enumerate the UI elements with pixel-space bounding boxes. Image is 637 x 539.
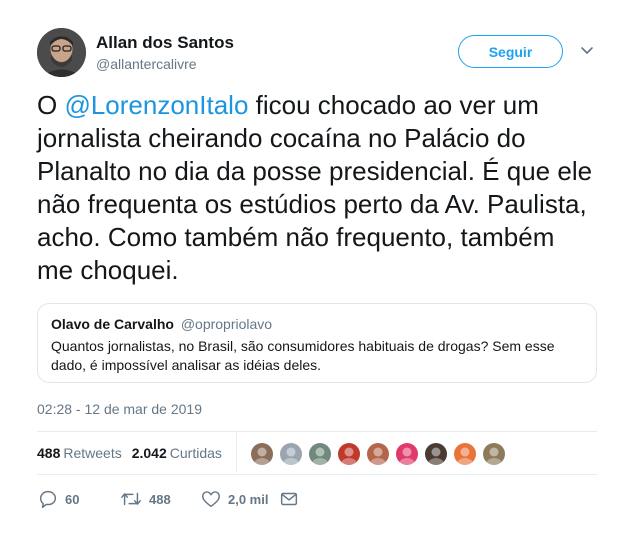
likes-stat[interactable]: 2.042 Curtidas (132, 445, 222, 461)
liker-avatar-1[interactable] (250, 442, 274, 466)
tweet-card: Allan dos Santos @allantercalivre Seguir… (0, 0, 637, 539)
author-name[interactable]: Allan dos Santos (96, 33, 234, 53)
direct-message-action[interactable] (278, 487, 300, 511)
tweet-actions: 60 488 2,0 mil (37, 487, 337, 511)
retweets-count: 488 (37, 445, 61, 461)
follow-button[interactable]: Seguir (458, 35, 563, 68)
divider (37, 431, 597, 432)
envelope-icon (280, 492, 298, 506)
stats-separator (236, 432, 237, 472)
reply-icon (39, 490, 57, 508)
liker-avatar-4[interactable] (337, 442, 361, 466)
liker-avatar-8[interactable] (453, 442, 477, 466)
retweet-icon (121, 492, 141, 506)
reply-action[interactable]: 60 (37, 487, 79, 511)
retweets-stat[interactable]: 488 Retweets (37, 445, 122, 461)
quoted-tweet-header: Olavo de Carvalho @opropriolavo (51, 316, 272, 332)
reply-count: 60 (65, 491, 80, 507)
liker-avatar-2[interactable] (279, 442, 303, 466)
quoted-tweet[interactable]: Olavo de Carvalho @opropriolavo Quantos … (37, 303, 597, 383)
retweets-label: Retweets (63, 445, 122, 461)
tweet-text-before: O (37, 90, 65, 120)
quoted-author-handle: @opropriolavo (180, 316, 273, 332)
like-action[interactable]: 2,0 mil (200, 487, 268, 511)
liker-avatar-7[interactable] (424, 442, 448, 466)
mention-link[interactable]: @LorenzonItalo (64, 90, 248, 120)
liker-avatar-3[interactable] (308, 442, 332, 466)
tweet-timestamp[interactable]: 02:28 - 12 de mar de 2019 (37, 401, 202, 417)
like-count: 2,0 mil (228, 491, 269, 507)
quoted-author-name: Olavo de Carvalho (51, 316, 174, 332)
author-avatar[interactable] (37, 28, 86, 77)
likes-label: Curtidas (169, 445, 222, 461)
retweet-action[interactable]: 488 (119, 487, 171, 511)
author-avatar-image (37, 28, 86, 77)
author-handle[interactable]: @allantercalivre (96, 56, 197, 72)
retweet-count: 488 (149, 491, 171, 507)
heart-icon (202, 491, 220, 508)
tweet-text: O @LorenzonItalo ficou chocado ao ver um… (37, 89, 597, 287)
liker-avatar-5[interactable] (366, 442, 390, 466)
liker-avatar-6[interactable] (395, 442, 419, 466)
chevron-down-icon[interactable] (578, 44, 596, 58)
tweet-stats: 488 Retweets 2.042 Curtidas (37, 445, 222, 461)
quoted-tweet-text: Quantos jornalistas, no Brasil, são cons… (51, 338, 555, 373)
liker-avatar-9[interactable] (482, 442, 506, 466)
likes-count: 2.042 (131, 445, 167, 461)
divider (37, 474, 597, 475)
